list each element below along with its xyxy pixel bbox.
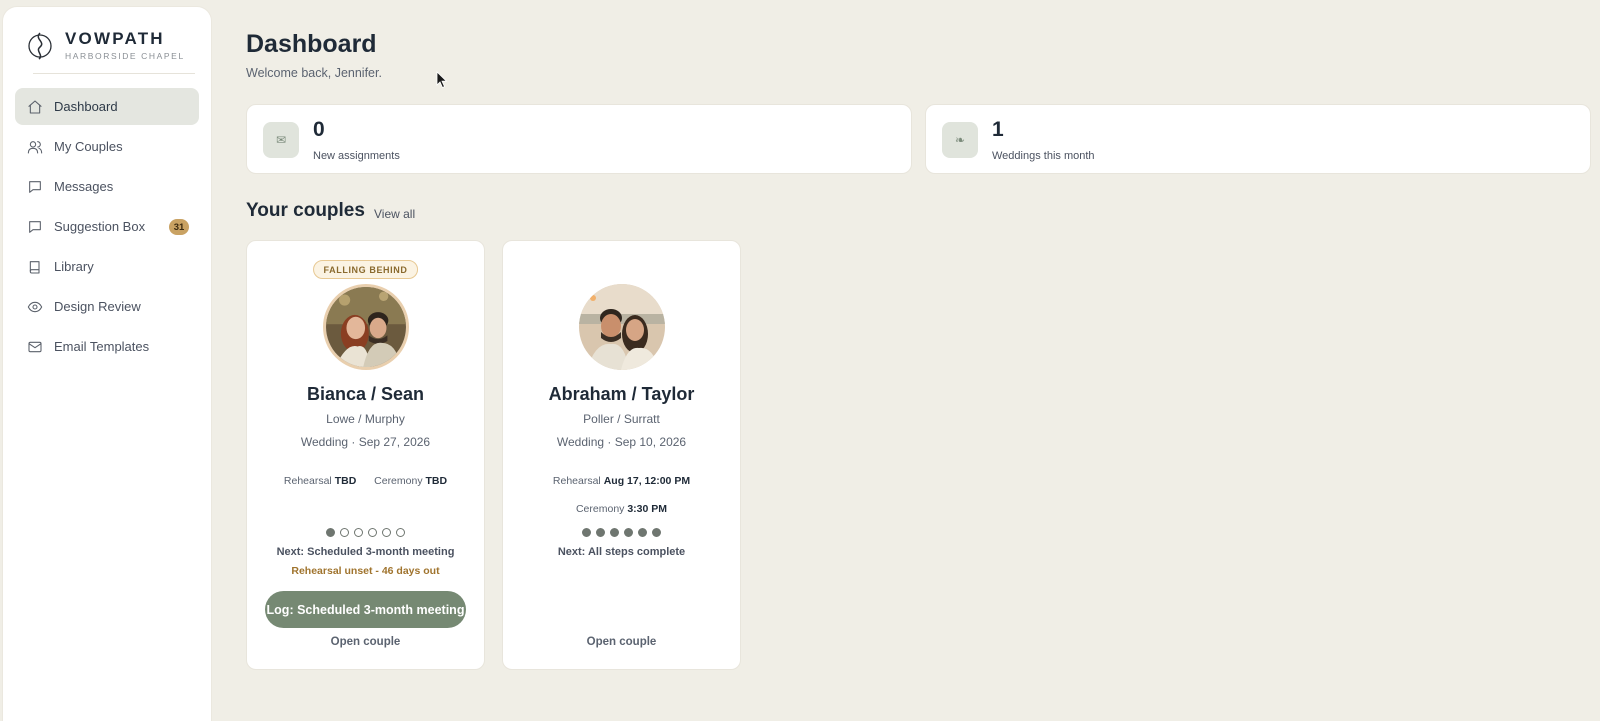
ceremony-label: Ceremony <box>575 503 625 515</box>
sidebar-item-label: Email Templates <box>54 339 150 354</box>
couple-avatar <box>578 284 665 370</box>
stat-value: 1 <box>992 118 1004 141</box>
progress-dots <box>503 528 740 537</box>
couple-name: Bianca / Sean <box>306 384 425 404</box>
sidebar-item-email-templates[interactable]: Email Templates <box>15 328 199 365</box>
sidebar-item-label: Dashboard <box>54 99 118 114</box>
wedding-date: Wedding · Sep 27, 2026 <box>300 435 431 449</box>
step-dot-pending <box>382 528 391 537</box>
book-icon <box>27 259 43 275</box>
step-dot-pending <box>354 528 363 537</box>
stat-label: New assignments <box>313 150 400 162</box>
couple-card[interactable]: FALLING BEHIND Bianca / Sean Lowe / Murp… <box>246 240 485 670</box>
count-badge: 31 <box>169 219 189 235</box>
section-title: Your couples <box>246 200 365 221</box>
page-title: Dashboard <box>246 30 377 58</box>
leaf-icon: ❧ <box>942 122 978 158</box>
mail-icon <box>27 339 43 355</box>
rehearsal-label: Rehearsal <box>552 475 601 487</box>
sidebar-item-label: Library <box>54 259 94 274</box>
ceremony-row: Ceremony 3:30 PM <box>503 503 740 515</box>
mouse-cursor-icon <box>436 71 448 89</box>
rehearsal-label: Rehearsal <box>283 475 332 487</box>
sidebar-item-dashboard[interactable]: Dashboard <box>15 88 199 125</box>
open-couple-link[interactable]: Open couple <box>247 636 484 648</box>
users-icon <box>27 139 43 155</box>
couple-surnames: Poller / Surratt <box>583 412 660 426</box>
couple-name: Abraham / Taylor <box>548 384 695 404</box>
step-dot-pending <box>340 528 349 537</box>
step-dot-complete <box>596 528 605 537</box>
wedding-date: Wedding · Sep 10, 2026 <box>556 435 687 449</box>
sidebar-item-label: My Couples <box>54 139 123 154</box>
stat-card-new-assignments: ✉ 0 New assignments <box>246 104 912 174</box>
eye-icon <box>27 299 43 315</box>
couple-avatar <box>322 284 409 370</box>
couple-card[interactable]: Abraham / Taylor Poller / Surratt Weddin… <box>502 240 741 670</box>
sidebar-item-messages[interactable]: Messages <box>15 168 199 205</box>
step-dot-complete <box>610 528 619 537</box>
warning-text: Rehearsal unset - 46 days out <box>291 565 440 577</box>
next-step: Next: Scheduled 3-month meeting <box>276 546 455 558</box>
ceremony-value: TBD <box>425 475 448 487</box>
step-dot-pending <box>396 528 405 537</box>
log-step-button[interactable]: Log: Scheduled 3-month meeting <box>265 591 466 628</box>
rehearsal-value: Aug 17, 12:00 PM <box>603 475 691 487</box>
step-dot-complete <box>638 528 647 537</box>
sidebar: VOWPATH HARBORSIDE CHAPEL Dashboard My C… <box>3 7 211 721</box>
brand-name: VOWPATH <box>65 29 165 48</box>
view-all-link[interactable]: View all <box>374 207 415 221</box>
message-icon <box>27 179 43 195</box>
vowpath-logo-icon <box>28 32 52 60</box>
step-dot-complete <box>624 528 633 537</box>
sidebar-nav: Dashboard My Couples Messages Suggestion… <box>15 88 199 368</box>
brand-subtitle: HARBORSIDE CHAPEL <box>65 51 185 61</box>
sidebar-item-library[interactable]: Library <box>15 248 199 285</box>
home-icon <box>27 99 43 115</box>
sidebar-item-label: Suggestion Box <box>54 219 146 234</box>
sidebar-item-my-couples[interactable]: My Couples <box>15 128 199 165</box>
step-dot-complete <box>652 528 661 537</box>
open-couple-link[interactable]: Open couple <box>503 636 740 648</box>
rehearsal-row: Rehearsal Aug 17, 12:00 PM <box>503 475 740 487</box>
ceremony-value: 3:30 PM <box>627 503 668 515</box>
couple-surnames: Lowe / Murphy <box>326 412 405 426</box>
sidebar-item-suggestion-box[interactable]: Suggestion Box 31 <box>15 208 199 245</box>
message-icon <box>27 219 43 235</box>
progress-dots <box>247 528 484 537</box>
page-subtitle: Welcome back, Jennifer. <box>246 66 382 80</box>
step-dot-complete <box>326 528 335 537</box>
status-badge: FALLING BEHIND <box>312 260 419 279</box>
step-dot-pending <box>368 528 377 537</box>
ceremony-label: Ceremony <box>374 475 423 487</box>
stat-value: 0 <box>313 118 325 141</box>
rehearsal-value: TBD <box>334 475 357 487</box>
envelope-icon: ✉ <box>263 122 299 158</box>
sidebar-item-label: Messages <box>54 179 114 194</box>
step-dot-complete <box>582 528 591 537</box>
sidebar-item-label: Design Review <box>54 299 141 314</box>
sidebar-item-design-review[interactable]: Design Review <box>15 288 199 325</box>
stat-label: Weddings this month <box>992 150 1095 162</box>
stat-card-weddings-this-month: ❧ 1 Weddings this month <box>925 104 1591 174</box>
next-step: Next: All steps complete <box>557 546 686 558</box>
divider <box>33 73 195 74</box>
brand[interactable]: VOWPATH HARBORSIDE CHAPEL <box>25 29 185 61</box>
schedule-row: Rehearsal TBD Ceremony TBD <box>247 475 484 487</box>
